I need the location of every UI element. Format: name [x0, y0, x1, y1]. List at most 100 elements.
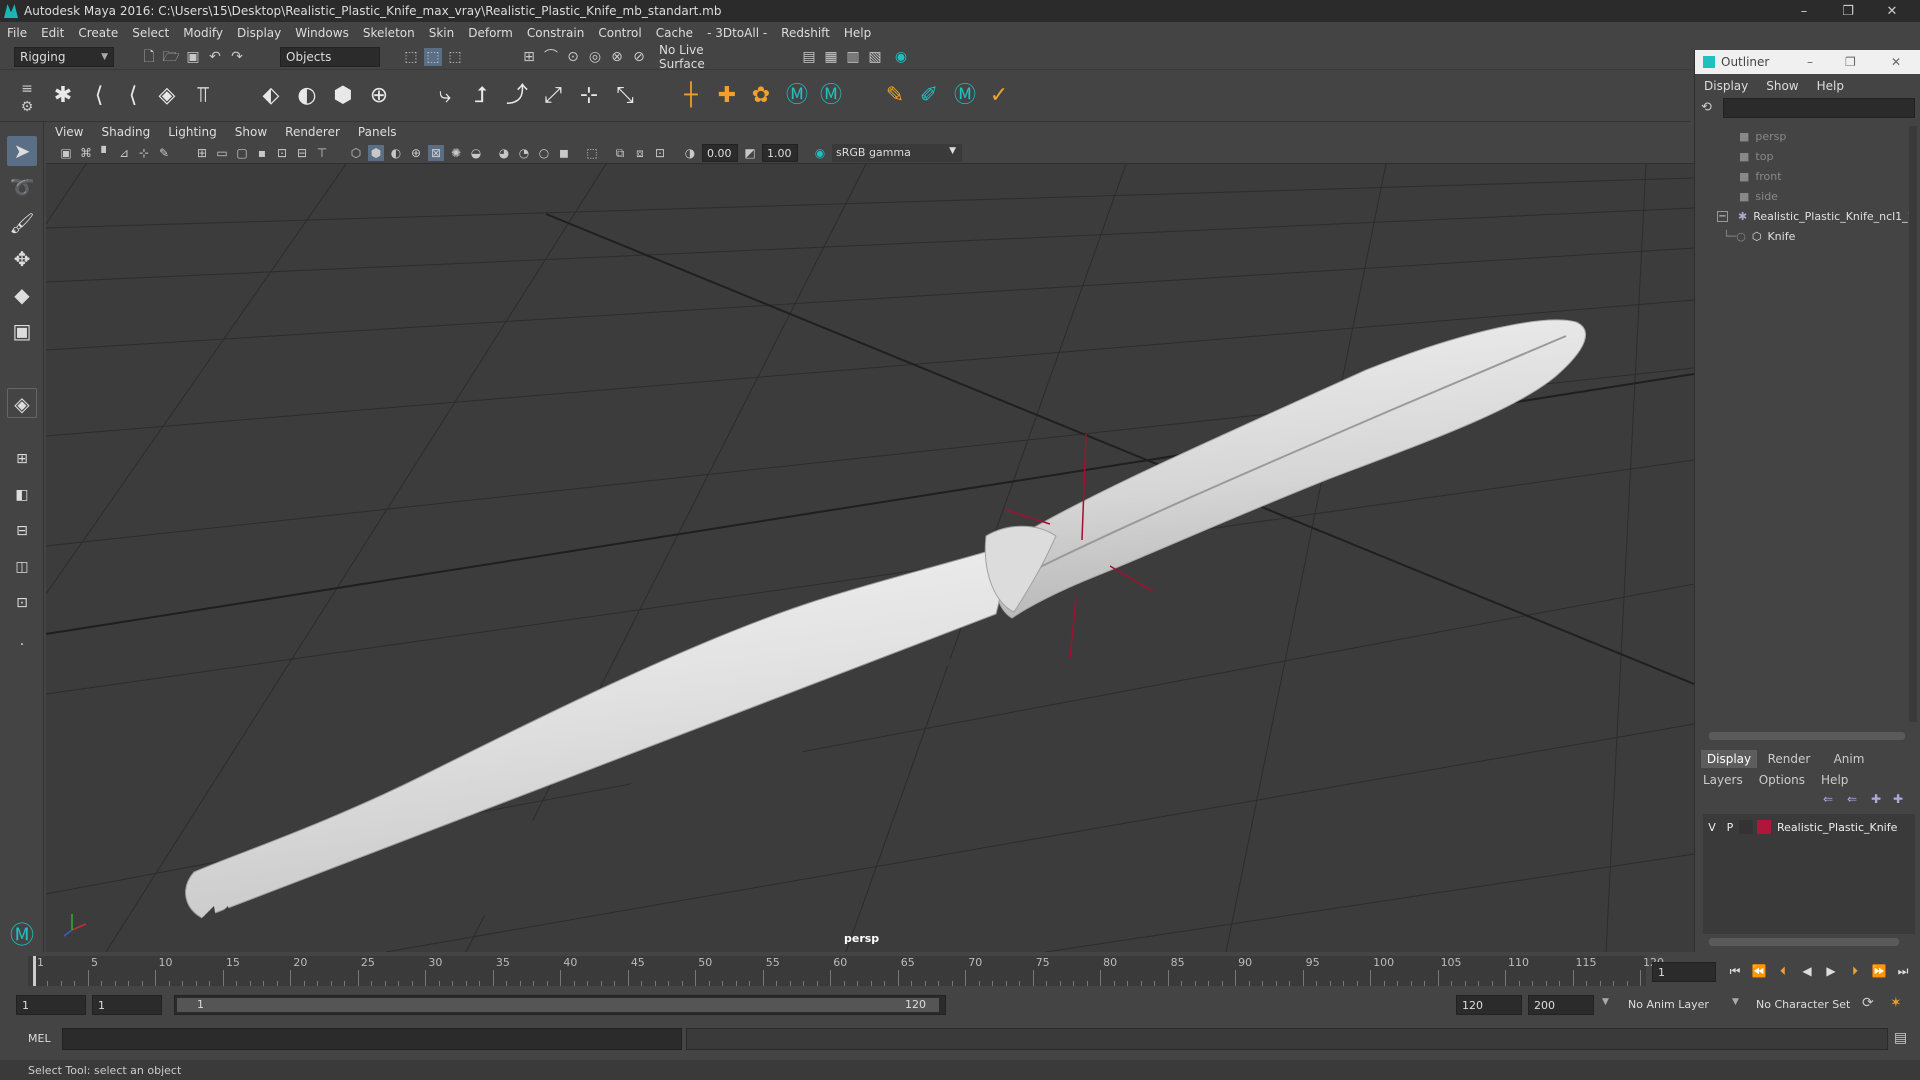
- new-layer-selected-icon[interactable]: ✚: [1893, 792, 1903, 806]
- layer-name[interactable]: Realistic_Plastic_Knife: [1777, 821, 1897, 834]
- brush-tool-icon[interactable]: ✎: [880, 82, 910, 110]
- camera-select-icon[interactable]: ▣: [58, 145, 74, 161]
- animation-start-field[interactable]: 1: [16, 995, 86, 1015]
- menu-windows[interactable]: Windows: [288, 26, 356, 40]
- shelf-menu-icon[interactable]: ≡: [18, 80, 36, 98]
- vmenu-shading[interactable]: Shading: [92, 125, 159, 139]
- 3d-scene[interactable]: [46, 164, 1694, 952]
- menu-3dtoall[interactable]: - 3DtoAll -: [700, 26, 774, 40]
- safe-action-icon[interactable]: ⊟: [294, 145, 310, 161]
- redo-icon[interactable]: ↷: [228, 48, 246, 66]
- current-time-indicator[interactable]: [33, 956, 36, 986]
- vmenu-show[interactable]: Show: [226, 125, 276, 139]
- sculpt-tool-icon[interactable]: ✐: [914, 82, 944, 110]
- anim-layer-dropdown[interactable]: No Anim Layer: [1622, 995, 1740, 1015]
- snap-view-icon[interactable]: ◎: [586, 48, 604, 66]
- xray-active-icon[interactable]: ⧈: [632, 145, 648, 161]
- menu-skin[interactable]: Skin: [422, 26, 462, 40]
- ik-handle-icon[interactable]: ⟨: [84, 82, 114, 110]
- four-view-layout-icon[interactable]: ⊞: [7, 444, 37, 474]
- lattice-icon[interactable]: ⬢: [328, 82, 358, 110]
- shadows-icon[interactable]: ◒: [468, 145, 484, 161]
- outliner-item-top[interactable]: ■ top: [1739, 146, 1773, 166]
- joint-tool-icon[interactable]: ✱: [48, 82, 78, 110]
- ipr-render-icon[interactable]: ▥: [844, 48, 862, 66]
- grease-pencil-icon[interactable]: ✎: [156, 145, 172, 161]
- play-backwards-icon[interactable]: ◀: [1798, 962, 1816, 980]
- snap-curve-icon[interactable]: ⌒: [542, 48, 560, 66]
- layer-move-up-icon[interactable]: ⇐: [1823, 792, 1833, 806]
- layer-display-type[interactable]: [1739, 820, 1753, 834]
- hik-control-icon[interactable]: ✚: [712, 82, 742, 110]
- menu-select[interactable]: Select: [125, 26, 176, 40]
- wireframe-on-shaded-icon[interactable]: ⊕: [408, 145, 424, 161]
- script-editor-icon[interactable]: ▤: [1894, 1030, 1907, 1046]
- side-by-side-layout-icon[interactable]: ◧: [7, 480, 37, 510]
- grid-toggle-icon[interactable]: ⊞: [194, 145, 210, 161]
- lasso-tool-icon[interactable]: ➰: [7, 172, 37, 202]
- menu-redshift[interactable]: Redshift: [774, 26, 837, 40]
- step-back-frame-icon[interactable]: ⏪: [1750, 962, 1768, 980]
- hypershade-icon[interactable]: ◉: [892, 48, 910, 66]
- persp-outliner-layout-icon[interactable]: ⊟: [7, 516, 37, 546]
- hik-skeleton-icon[interactable]: ┼: [676, 82, 706, 110]
- color-management-icon[interactable]: ◉: [812, 145, 828, 161]
- menu-help[interactable]: Help: [837, 26, 878, 40]
- select-tool-icon[interactable]: ➤: [7, 136, 37, 166]
- safe-title-icon[interactable]: ⊤: [314, 145, 330, 161]
- snap-point-icon[interactable]: ⊙: [564, 48, 582, 66]
- layer-move-down-icon[interactable]: ⇐: [1847, 792, 1857, 806]
- range-slider[interactable]: 1 120: [174, 995, 946, 1015]
- vmenu-lighting[interactable]: Lighting: [159, 125, 226, 139]
- go-to-start-icon[interactable]: ⏮: [1726, 962, 1744, 980]
- playback-end-field[interactable]: 120: [1456, 995, 1522, 1015]
- outliner-minimize-button[interactable]: –: [1807, 55, 1813, 69]
- time-ruler[interactable]: 1 5 10 15 20 25 30 35 40 45 50 55 60 65 70 75 80 85 90 95 10…: [28, 956, 1664, 986]
- step-back-key-icon[interactable]: ⏴: [1774, 962, 1792, 980]
- outliner-filter-icon[interactable]: ⟲: [1701, 100, 1712, 115]
- auto-key-icon[interactable]: ⟳: [1862, 995, 1874, 1011]
- outliner-search-input[interactable]: [1723, 98, 1915, 118]
- vmenu-view[interactable]: View: [46, 125, 92, 139]
- more-layouts-icon[interactable]: ·: [7, 630, 37, 660]
- render-frame-icon[interactable]: ▦: [822, 48, 840, 66]
- orient-constraint-icon[interactable]: ⤴: [502, 82, 532, 110]
- menu-modify[interactable]: Modify: [176, 26, 230, 40]
- exposure-field[interactable]: 0.00: [702, 144, 738, 162]
- outliner-item-front[interactable]: ■ front: [1739, 166, 1782, 186]
- layer-menu-layers[interactable]: Layers: [1695, 773, 1751, 787]
- menu-deform[interactable]: Deform: [461, 26, 520, 40]
- outliner-menu-display[interactable]: Display: [1695, 79, 1757, 93]
- cluster-icon[interactable]: ⫪: [188, 82, 218, 110]
- outliner-item-side[interactable]: ■ side: [1739, 186, 1778, 206]
- check-tool-icon[interactable]: ✓: [984, 82, 1014, 110]
- script-language-label[interactable]: MEL: [28, 1032, 51, 1045]
- outliner-vertical-scrollbar[interactable]: [1909, 126, 1917, 722]
- layer-visibility-toggle[interactable]: V: [1703, 821, 1721, 834]
- new-layer-icon[interactable]: ✚: [1871, 792, 1881, 806]
- anti-aliasing-icon[interactable]: ○: [536, 145, 552, 161]
- menuset-dropdown[interactable]: Rigging ▼: [14, 47, 114, 67]
- bind-skin-icon[interactable]: ⬖: [256, 82, 286, 110]
- outliner-horizontal-scrollbar[interactable]: [1709, 732, 1905, 740]
- parent-constraint-icon[interactable]: ⊹: [574, 82, 604, 110]
- undo-icon[interactable]: ↶: [206, 48, 224, 66]
- image-plane-icon[interactable]: ⊿: [116, 145, 132, 161]
- gamma-field[interactable]: 1.00: [762, 144, 798, 162]
- gate-mask-icon[interactable]: ▪: [254, 145, 270, 161]
- layer-color-swatch[interactable]: [1757, 820, 1771, 834]
- open-scene-icon[interactable]: 🗁: [162, 48, 180, 66]
- go-to-end-icon[interactable]: ⏭: [1894, 962, 1912, 980]
- textured-icon[interactable]: ⊠: [428, 145, 444, 161]
- menu-file[interactable]: File: [0, 26, 34, 40]
- outliner-item-group[interactable]: − ✱ Realistic_Plastic_Knife_ncl1_1: [1717, 206, 1915, 226]
- tab-display[interactable]: Display: [1701, 750, 1757, 768]
- menu-display[interactable]: Display: [230, 26, 288, 40]
- paint-select-tool-icon[interactable]: 🖌: [7, 208, 37, 238]
- resolution-gate-icon[interactable]: ▢: [234, 145, 250, 161]
- outliner-menu-help[interactable]: Help: [1808, 79, 1853, 93]
- outliner-item-knife[interactable]: └─○ ⬡ Knife: [1723, 226, 1795, 246]
- outliner-close-button[interactable]: ✕: [1891, 55, 1901, 69]
- scale-constraint-icon[interactable]: ⤢: [538, 82, 568, 110]
- layer-playback-toggle[interactable]: P: [1721, 821, 1739, 834]
